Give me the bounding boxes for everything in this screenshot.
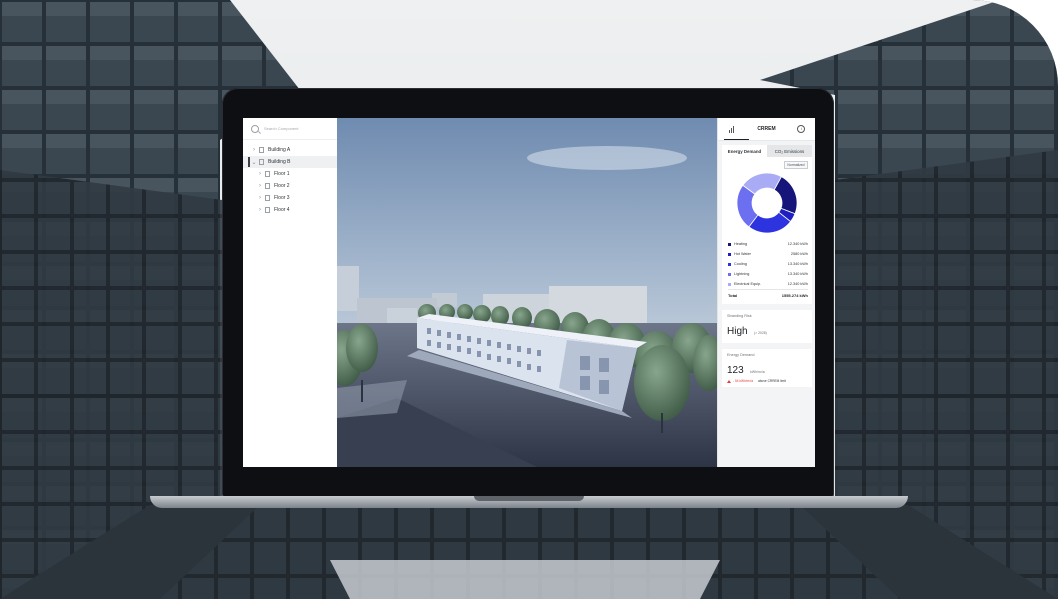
search-input[interactable]: Search Component: [264, 126, 298, 131]
floor-icon: [265, 195, 270, 201]
component-tree-panel: Search Component › Building A ⌄ Building…: [243, 118, 338, 467]
tab-co2-emissions[interactable]: CO₂ Emissions: [767, 145, 812, 157]
tree-item-floor-3[interactable]: › Floor 3: [243, 192, 337, 204]
chevron-right-icon[interactable]: ›: [257, 183, 263, 189]
legend-item: Heating 12.340 kWh: [728, 239, 808, 249]
metric-tabs: Energy Demand CO₂ Emissions: [722, 145, 812, 157]
building-icon: [259, 159, 264, 165]
legend-label: Cooling: [734, 262, 747, 266]
legend-swatch: [728, 242, 731, 246]
legend-item: Hot Water 2580 kWh: [728, 249, 808, 259]
tree-item-label: Floor 3: [274, 195, 290, 201]
tree-item-label: Floor 4: [274, 207, 290, 213]
energy-card: Energy Demand CO₂ Emissions Normalized H…: [722, 145, 812, 304]
tree-item-building-a[interactable]: › Building A: [243, 144, 337, 156]
energy-demand-unit: kWh/m²/a: [750, 370, 765, 374]
legend-label: Heating: [734, 242, 748, 246]
tree-item-building-b[interactable]: ⌄ Building B: [243, 156, 337, 168]
energy-demand-caption: Energy Demand: [727, 353, 755, 357]
total-value: 1555.274 kWh: [781, 293, 808, 298]
chevron-right-icon[interactable]: ›: [251, 147, 257, 153]
tree-item-label: Floor 1: [274, 171, 290, 177]
chevron-right-icon[interactable]: ›: [257, 195, 263, 201]
stranding-risk-caption: Stranding Risk: [727, 314, 752, 318]
chevron-right-icon[interactable]: ›: [257, 171, 263, 177]
energy-demand-card: Energy Demand 123 kWh/m²/a - 54 kWh/m²/a…: [722, 349, 812, 387]
legend-label: Electrical Equip.: [734, 282, 762, 286]
normalized-toggle[interactable]: Normalized: [784, 161, 808, 169]
stranding-risk-value: High: [727, 326, 748, 337]
floor-icon: [265, 171, 270, 177]
warning-triangle-icon: [727, 379, 731, 383]
chevron-down-icon[interactable]: ⌄: [251, 159, 257, 166]
legend-value: 13.340 kWh: [787, 272, 808, 276]
tab-energy-demand[interactable]: Energy Demand: [722, 145, 767, 157]
panel-header: CRREM i: [718, 118, 815, 141]
energy-donut-chart: [736, 172, 798, 234]
tree-item-floor-4[interactable]: › Floor 4: [243, 204, 337, 216]
panel-title[interactable]: CRREM: [757, 126, 775, 132]
legend-swatch: [728, 272, 731, 276]
legend-item: Cooling 13.340 kWh: [728, 259, 808, 269]
building-icon: [259, 147, 264, 153]
legend-value: 13.340 kWh: [787, 262, 808, 266]
bar-chart-icon[interactable]: [728, 125, 736, 133]
tree-item-label: Building B: [268, 159, 291, 165]
laptop-notch: [474, 496, 584, 501]
search-icon: [251, 124, 259, 133]
legend-value: 2580 kWh: [790, 252, 808, 256]
app-screen: Search Component › Building A ⌄ Building…: [243, 118, 815, 467]
tree-item-label: Building A: [268, 147, 291, 153]
search-bar[interactable]: Search Component: [243, 118, 337, 140]
legend-item: Lightning 13.340 kWh: [728, 269, 808, 279]
legend-swatch: [728, 262, 731, 266]
analysis-panel: CRREM i Energy Demand CO₂ Emissions Norm…: [717, 118, 815, 467]
tree-item-floor-1[interactable]: › Floor 1: [243, 168, 337, 180]
total-label: Total: [728, 293, 738, 298]
crrem-delta: - 54 kWh/m²/a above CRREM limit: [727, 379, 807, 383]
energy-demand-value: 123: [727, 365, 744, 376]
info-icon[interactable]: i: [797, 125, 806, 133]
legend-total-row: Total 1555.274 kWh: [728, 289, 808, 301]
chart-legend: Heating 12.340 kWh Hot Water 2580 kWh Coolin…: [722, 235, 812, 304]
stranding-risk-card: Stranding Risk High (> 2028): [722, 310, 812, 343]
active-tab-indicator: [724, 139, 749, 140]
3d-viewport[interactable]: [337, 118, 717, 467]
legend-value: 12.340 kWh: [787, 282, 808, 286]
floor-icon: [265, 207, 270, 213]
legend-item: Electrical Equip. 12.340 kWh: [728, 279, 808, 289]
tree-item-floor-2[interactable]: › Floor 2: [243, 180, 337, 192]
legend-label: Hot Water: [734, 252, 751, 256]
tree-item-label: Floor 2: [274, 183, 290, 189]
floor-icon: [265, 183, 270, 189]
legend-swatch: [728, 252, 731, 256]
stranding-risk-note: (> 2028): [754, 331, 767, 335]
delta-value: - 54 kWh/m²/a: [733, 379, 754, 383]
legend-value: 12.340 kWh: [787, 242, 808, 246]
legend-swatch: [728, 282, 731, 286]
legend-label: Lightning: [734, 272, 750, 276]
chevron-right-icon[interactable]: ›: [257, 207, 263, 213]
delta-note: above CRREM limit: [758, 379, 786, 383]
